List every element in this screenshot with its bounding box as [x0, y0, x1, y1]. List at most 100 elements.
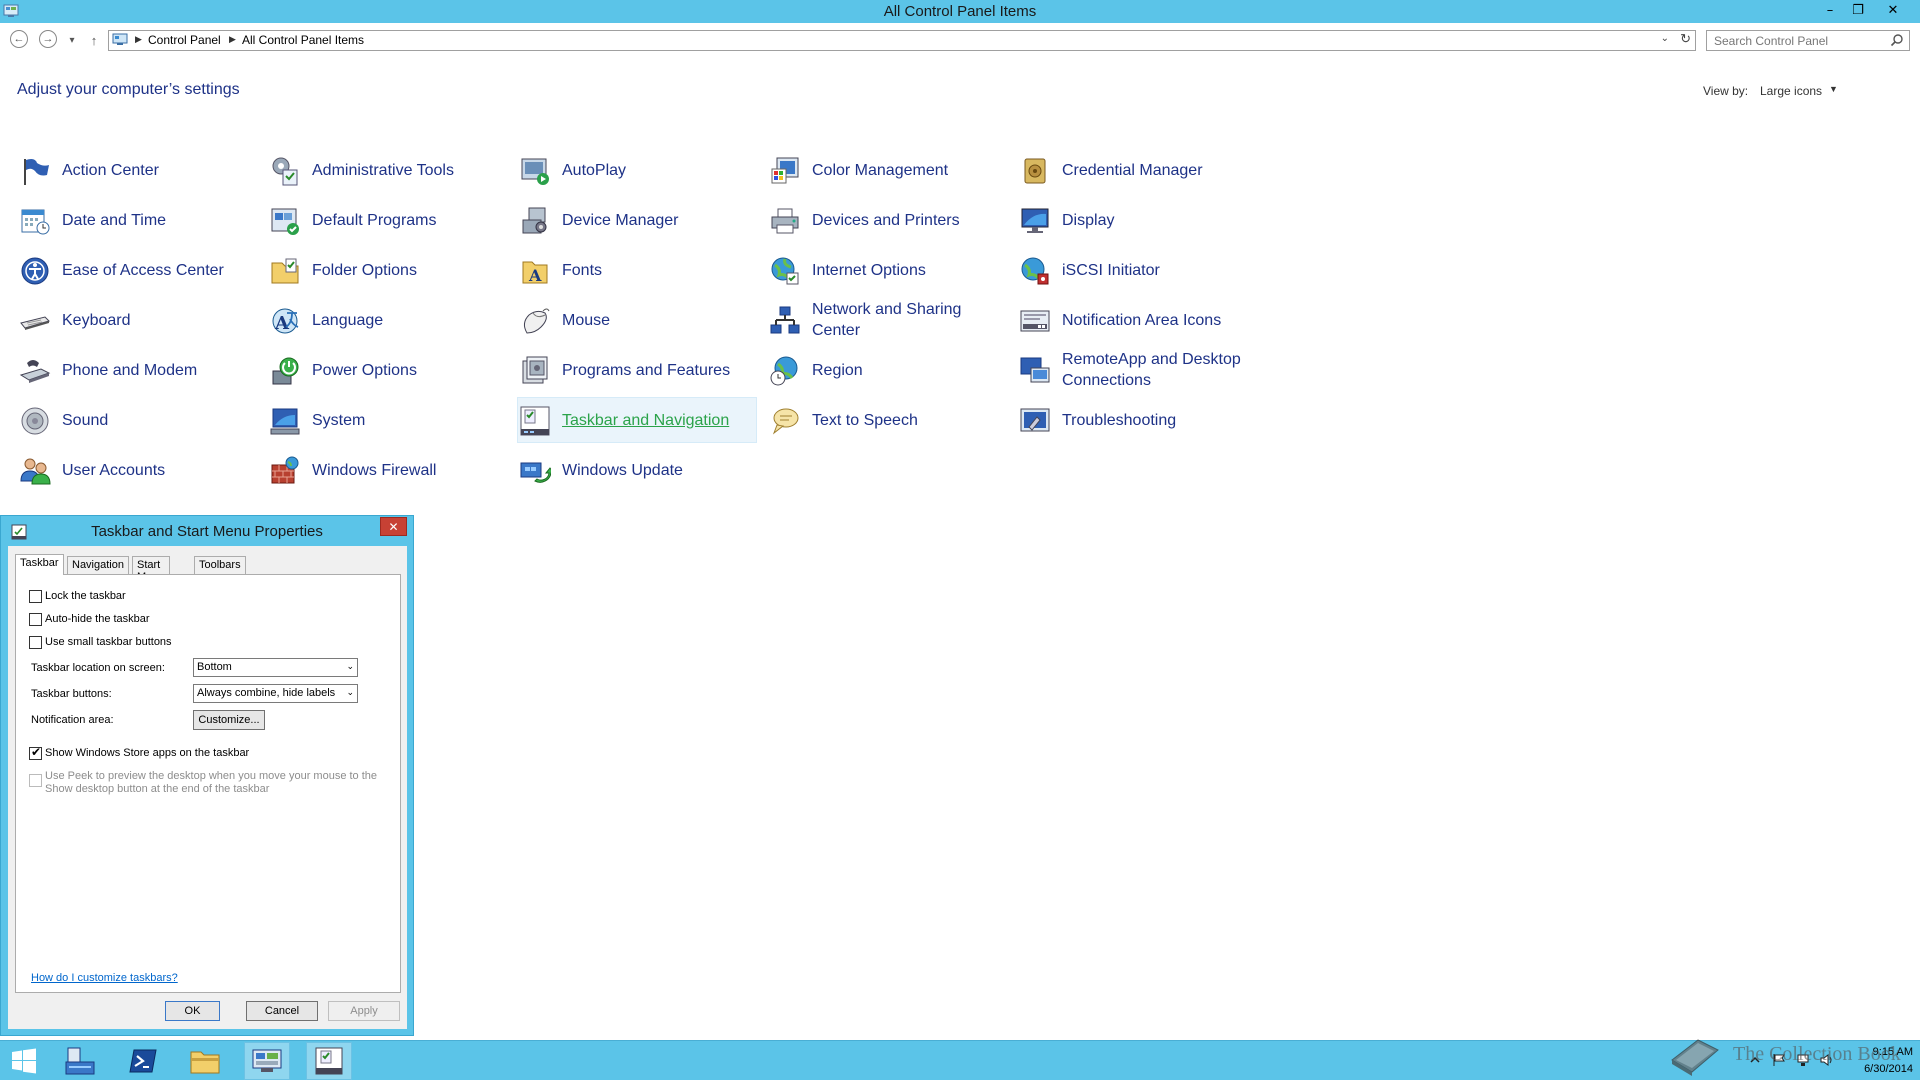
breadcrumb-all-items[interactable]: All Control Panel Items	[242, 33, 364, 47]
item-taskbar-and-navigation[interactable]: Taskbar and Navigation	[517, 397, 757, 443]
control-panel-taskbar-button[interactable]	[244, 1042, 290, 1080]
notification-tray-icon	[1020, 310, 1050, 332]
item-color-management[interactable]: Color Management	[767, 147, 1007, 193]
item-windows-firewall[interactable]: Windows Firewall	[267, 447, 507, 493]
breadcrumb-separator[interactable]: ▶	[135, 34, 142, 45]
item-text-to-speech[interactable]: Text to Speech	[767, 397, 1007, 443]
item-power-options[interactable]: Power Options	[267, 347, 507, 393]
item-label: Windows Update	[562, 461, 683, 479]
view-by-arrow-icon[interactable]: ▼	[1829, 84, 1838, 94]
search-icon[interactable]	[1890, 33, 1904, 47]
item-language[interactable]: A Language	[267, 297, 507, 343]
item-device-manager[interactable]: Device Manager	[517, 197, 757, 243]
taskbar-location-value: Bottom	[197, 661, 232, 673]
item-notification-area-icons[interactable]: Notification Area Icons	[1017, 297, 1257, 343]
address-dropdown-icon[interactable]: ⌄	[1661, 33, 1669, 44]
search-box[interactable]	[1706, 30, 1910, 51]
powershell-icon	[129, 1049, 157, 1073]
tab-start-menu[interactable]: Start Menu	[132, 556, 170, 583]
autoplay-icon	[521, 158, 549, 185]
recent-locations-button[interactable]: ▾	[62, 30, 82, 50]
iscsi-globe-icon	[1021, 257, 1049, 285]
item-label: AutoPlay	[562, 161, 627, 179]
item-label: Default Programs	[312, 211, 437, 229]
item-autoplay[interactable]: AutoPlay	[517, 147, 757, 193]
item-internet-options[interactable]: Internet Options	[767, 247, 1007, 293]
restore-button[interactable]: ❐	[1845, 0, 1871, 20]
windows-update-icon	[520, 462, 551, 483]
auto-hide-label[interactable]: Auto-hide the taskbar	[45, 613, 150, 625]
item-label: Folder Options	[312, 261, 417, 279]
item-display[interactable]: Display	[1017, 197, 1257, 243]
close-window-button[interactable]: ✕	[1880, 0, 1906, 20]
item-label: Credential Manager	[1062, 161, 1203, 179]
search-input[interactable]	[1707, 31, 1887, 50]
start-button[interactable]	[1, 1042, 47, 1080]
taskbar-location-select[interactable]: Bottom ⌄	[193, 658, 358, 677]
tab-toolbars[interactable]: Toolbars	[194, 556, 246, 574]
item-windows-update[interactable]: Windows Update	[517, 447, 757, 493]
item-remoteapp-and-desktop-connections[interactable]: RemoteApp and Desktop Connections	[1017, 347, 1257, 393]
item-label: User Accounts	[62, 461, 166, 479]
item-label: Devices and Printers	[812, 211, 960, 229]
cancel-button[interactable]: Cancel	[246, 1001, 318, 1021]
item-date-and-time[interactable]: Date and Time	[17, 197, 257, 243]
item-mouse[interactable]: Mouse	[517, 297, 757, 343]
small-buttons-label[interactable]: Use small taskbar buttons	[45, 636, 172, 648]
users-icon	[20, 458, 51, 485]
auto-hide-checkbox[interactable]	[29, 613, 42, 626]
taskbar-buttons-select[interactable]: Always combine, hide labels ⌄	[193, 684, 358, 703]
ease-of-access-icon	[21, 257, 49, 285]
breadcrumb-separator[interactable]: ▶	[229, 34, 236, 45]
ok-button[interactable]: OK	[165, 1001, 220, 1021]
store-apps-label[interactable]: Show Windows Store apps on the taskbar	[45, 747, 249, 759]
item-user-accounts[interactable]: User Accounts	[17, 447, 257, 493]
item-network-and-sharing-center[interactable]: Network and Sharing Center	[767, 297, 1007, 343]
item-phone-and-modem[interactable]: Phone and Modem	[17, 347, 257, 393]
item-keyboard[interactable]: Keyboard	[17, 297, 257, 343]
control-panel-icon	[252, 1049, 282, 1072]
powershell-button[interactable]	[120, 1042, 166, 1080]
item-iscsi-initiator[interactable]: iSCSI Initiator	[1017, 247, 1257, 293]
item-action-center[interactable]: Action Center	[17, 147, 257, 193]
tab-navigation[interactable]: Navigation	[67, 556, 129, 574]
lock-taskbar-label[interactable]: Lock the taskbar	[45, 590, 126, 602]
title-bar[interactable]: All Control Panel Items – ❐ ✕	[0, 0, 1920, 23]
store-apps-checkbox[interactable]: ✔	[29, 745, 42, 760]
taskbar-icon	[520, 406, 550, 436]
taskbar-properties-taskbar-button[interactable]	[306, 1042, 352, 1080]
dialog-close-button[interactable]: ✕	[380, 517, 407, 536]
view-by-dropdown[interactable]: Large icons	[1760, 84, 1822, 98]
back-button[interactable]: ←	[10, 30, 28, 48]
minimize-button[interactable]: –	[1817, 0, 1843, 20]
help-link[interactable]: How do I customize taskbars?	[31, 972, 178, 984]
file-explorer-button[interactable]	[182, 1042, 228, 1080]
small-buttons-checkbox[interactable]	[29, 636, 42, 649]
item-label: RemoteApp and Desktop Connections	[1062, 351, 1241, 389]
item-default-programs[interactable]: Default Programs	[267, 197, 507, 243]
dialog-title: Taskbar and Start Menu Properties	[91, 523, 323, 540]
item-folder-options[interactable]: Folder Options	[267, 247, 507, 293]
customize-button[interactable]: Customize...	[193, 710, 265, 730]
apply-button[interactable]: Apply	[328, 1001, 400, 1021]
forward-button[interactable]: →	[39, 30, 57, 48]
item-administrative-tools[interactable]: Administrative Tools	[267, 147, 507, 193]
peek-checkbox[interactable]	[29, 774, 42, 787]
item-region[interactable]: Region	[767, 347, 1007, 393]
item-credential-manager[interactable]: Credential Manager	[1017, 147, 1257, 193]
item-fonts[interactable]: A Fonts	[517, 247, 757, 293]
item-ease-of-access-center[interactable]: Ease of Access Center	[17, 247, 257, 293]
tab-taskbar[interactable]: Taskbar	[15, 554, 64, 575]
up-button[interactable]: ↑	[84, 30, 104, 50]
lock-taskbar-checkbox[interactable]	[29, 590, 42, 603]
item-system[interactable]: System	[267, 397, 507, 443]
item-programs-and-features[interactable]: Programs and Features	[517, 347, 757, 393]
item-troubleshooting[interactable]: Troubleshooting	[1017, 397, 1257, 443]
address-bar[interactable]: ▶ Control Panel ▶ All Control Panel Item…	[108, 30, 1696, 51]
server-manager-button[interactable]	[57, 1042, 103, 1080]
refresh-icon[interactable]: ↻	[1680, 31, 1691, 47]
item-devices-and-printers[interactable]: Devices and Printers	[767, 197, 1007, 243]
item-sound[interactable]: Sound	[17, 397, 257, 443]
phone-modem-icon	[19, 360, 51, 383]
breadcrumb-control-panel[interactable]: Control Panel	[148, 33, 221, 47]
